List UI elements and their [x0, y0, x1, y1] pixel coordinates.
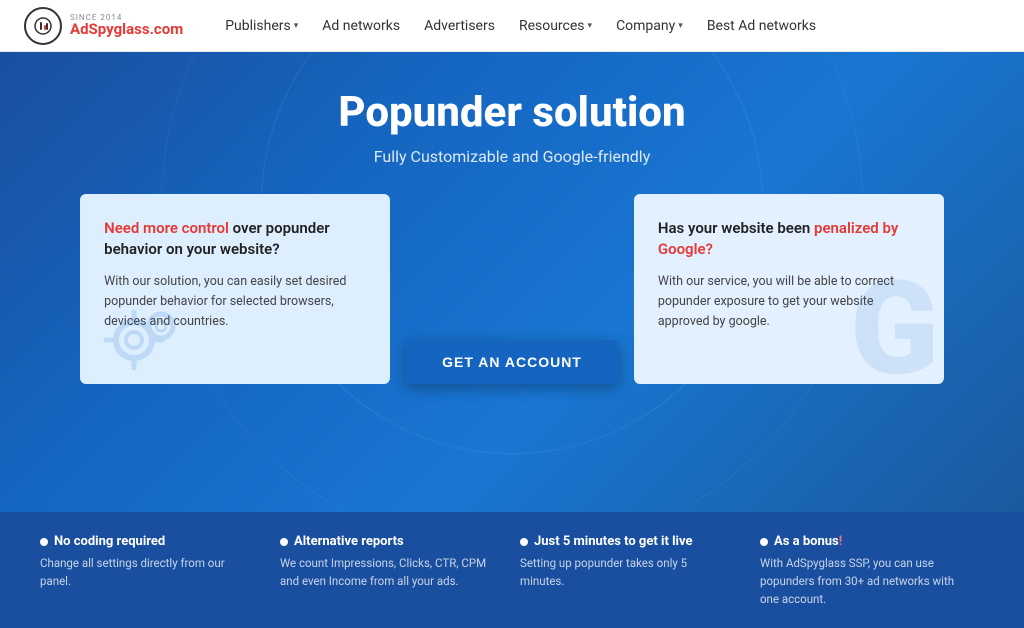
features-section: No coding required Change all settings d…	[0, 512, 1024, 628]
bullet-icon	[520, 538, 528, 546]
feature-alt-reports: Alternative reports We count Impressions…	[264, 534, 504, 628]
nav-item-adnetworks[interactable]: Ad networks	[312, 12, 410, 40]
chevron-down-icon: ▾	[588, 21, 593, 31]
hero-subtitle: Fully Customizable and Google-friendly	[374, 147, 651, 166]
feature-bonus: As a bonus! With AdSpyglass SSP, you can…	[744, 534, 984, 628]
chevron-down-icon: ▾	[678, 21, 683, 31]
feature-title-no-coding: No coding required	[54, 534, 165, 549]
bullet-icon	[760, 538, 768, 546]
logo-text: SINCE 2014 AdSpyglass.com	[70, 14, 183, 37]
feature-title-5-minutes: Just 5 minutes to get it live	[534, 534, 692, 549]
card-left-heading: Need more control over popunder behavior…	[104, 218, 366, 260]
nav-label-publishers: Publishers	[225, 18, 291, 34]
card-right: Has your website been penalized by Googl…	[634, 194, 944, 384]
logo[interactable]: SINCE 2014 AdSpyglass.com	[24, 7, 183, 45]
feature-title-alt-reports: Alternative reports	[294, 534, 404, 549]
card-left: Need more control over popunder behavior…	[80, 194, 390, 384]
nav-links: Publishers ▾ Ad networks Advertisers Res…	[215, 12, 826, 40]
nav-item-company[interactable]: Company ▾	[606, 12, 693, 40]
hero-title: Popunder solution	[338, 88, 685, 137]
get-account-button[interactable]: GET AN ACCOUNT	[406, 340, 618, 384]
card-right-body: With our service, you will be able to co…	[658, 272, 920, 332]
nav-label-adnetworks: Ad networks	[322, 18, 400, 34]
nav-item-publishers[interactable]: Publishers ▾	[215, 12, 308, 40]
nav-label-company: Company	[616, 18, 675, 34]
card-right-heading: Has your website been penalized by Googl…	[658, 218, 920, 260]
bullet-icon	[40, 538, 48, 546]
logo-icon	[24, 7, 62, 45]
feature-no-coding: No coding required Change all settings d…	[40, 534, 264, 628]
feature-title-bonus: As a bonus!	[774, 534, 842, 549]
gear-icon	[96, 296, 196, 376]
nav-label-resources: Resources	[519, 18, 585, 34]
feature-desc-no-coding: Change all settings directly from our pa…	[40, 555, 248, 591]
nav-label-advertisers: Advertisers	[424, 18, 495, 34]
feature-desc-5-minutes: Setting up popunder takes only 5 minutes…	[520, 555, 728, 591]
feature-desc-bonus: With AdSpyglass SSP, you can use popunde…	[760, 555, 968, 608]
bullet-icon	[280, 538, 288, 546]
navbar: SINCE 2014 AdSpyglass.com Publishers ▾ A…	[0, 0, 1024, 52]
nav-label-best-ad-networks: Best Ad networks	[707, 18, 816, 34]
chevron-down-icon: ▾	[294, 21, 299, 31]
cards-row: Need more control over popunder behavior…	[80, 194, 944, 384]
logo-name: AdSpyglass.com	[70, 22, 183, 37]
feature-desc-alt-reports: We count Impressions, Clicks, CTR, CPM a…	[280, 555, 488, 591]
cards-section: Need more control over popunder behavior…	[80, 194, 944, 384]
feature-5-minutes: Just 5 minutes to get it live Setting up…	[504, 534, 744, 628]
nav-item-resources[interactable]: Resources ▾	[509, 12, 602, 40]
hero-section: Popunder solution Fully Customizable and…	[0, 52, 1024, 512]
nav-item-best-ad-networks[interactable]: Best Ad networks	[697, 12, 826, 40]
nav-item-advertisers[interactable]: Advertisers	[414, 12, 505, 40]
